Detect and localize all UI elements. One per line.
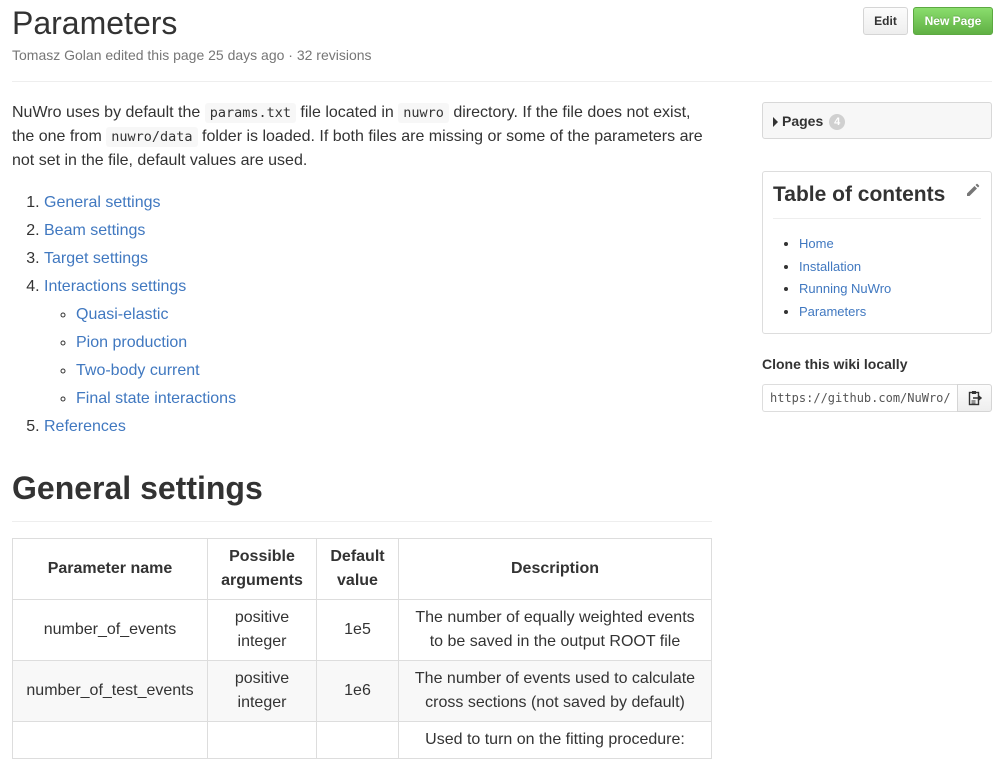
- section-heading-general-settings: General settings: [12, 467, 712, 522]
- edit-button[interactable]: Edit: [863, 7, 908, 35]
- sidebar-toc-item: Parameters: [799, 301, 981, 324]
- pencil-icon[interactable]: [965, 182, 981, 198]
- caret-right-icon: [773, 117, 778, 128]
- sidebar-link-parameters[interactable]: Parameters: [799, 304, 866, 319]
- pages-label: Pages: [782, 113, 824, 129]
- table-row: number_of_test_events positive integer 1…: [12, 660, 712, 722]
- code-params-file: params.txt: [204, 103, 296, 123]
- table-cell: 1e6: [316, 660, 399, 722]
- table-cell: The number of equally weighted events to…: [398, 599, 712, 661]
- clone-url-input[interactable]: [762, 384, 957, 412]
- table-cell: [316, 721, 399, 759]
- column-header-description: Description: [398, 538, 712, 600]
- page-title: Parameters: [12, 5, 178, 41]
- clone-wiki-title: Clone this wiki locally: [762, 356, 908, 372]
- table-cell: The number of events used to calculate c…: [398, 660, 712, 722]
- toc-link-final-state-interactions[interactable]: Final state interactions: [76, 390, 236, 407]
- content-toc: General settings Beam settings Target se…: [12, 189, 712, 441]
- clone-url-group: [762, 384, 992, 412]
- table-cell: number_of_test_events: [12, 660, 208, 722]
- toc-item: Beam settings: [44, 217, 712, 245]
- sidebar-link-running-nuwro[interactable]: Running NuWro: [799, 281, 891, 296]
- table-row: Used to turn on the fitting procedure:: [12, 721, 712, 759]
- sidebar-link-installation[interactable]: Installation: [799, 259, 861, 274]
- clipboard-icon: [968, 391, 982, 406]
- table-row: number_of_events positive integer 1e5 Th…: [12, 599, 712, 661]
- toc-link-general-settings[interactable]: General settings: [44, 194, 161, 211]
- new-page-button[interactable]: New Page: [913, 7, 993, 35]
- sidebar-toc-list: Home Installation Running NuWro Paramete…: [773, 233, 981, 323]
- table-cell: [207, 721, 317, 759]
- pages-count-badge: 4: [829, 114, 846, 131]
- toc-subitem: Final state interactions: [76, 385, 712, 413]
- copy-clone-url-button[interactable]: [957, 384, 992, 412]
- column-header-default-value: Default value: [316, 538, 399, 600]
- sidebar-toc-item: Installation: [799, 256, 981, 279]
- table-cell: positive integer: [207, 599, 317, 661]
- toc-item: References: [44, 413, 712, 441]
- toc-link-interactions-settings[interactable]: Interactions settings: [44, 278, 186, 295]
- pages-toggle[interactable]: Pages 4: [762, 102, 992, 139]
- table-header-row: Parameter name Possible arguments Defaul…: [12, 538, 712, 600]
- table-cell: positive integer: [207, 660, 317, 722]
- code-nuwro-data-dir: nuwro/data: [106, 127, 198, 147]
- column-header-possible-arguments: Possible arguments: [207, 538, 317, 600]
- toc-link-references[interactable]: References: [44, 418, 126, 435]
- toc-subitem: Quasi-elastic: [76, 301, 712, 329]
- toc-item: Interactions settings Quasi-elastic Pion…: [44, 273, 712, 413]
- intro-paragraph: NuWro uses by default the params.txt fil…: [12, 103, 703, 169]
- toc-link-quasi-elastic[interactable]: Quasi-elastic: [76, 306, 168, 323]
- sidebar-toc-title: Table of contents: [773, 180, 981, 219]
- parameters-table: Parameter name Possible arguments Defaul…: [12, 538, 712, 759]
- toc-link-pion-production[interactable]: Pion production: [76, 334, 187, 351]
- sidebar-toc-item: Home: [799, 233, 981, 256]
- toc-sublist: Quasi-elastic Pion production Two-body c…: [44, 301, 712, 413]
- page-header: Parameters Tomasz Golan edited this page…: [12, 0, 993, 82]
- toc-link-two-body-current[interactable]: Two-body current: [76, 362, 200, 379]
- wiki-content: NuWro uses by default the params.txt fil…: [12, 101, 712, 759]
- table-cell: [12, 721, 208, 759]
- sidebar-toc: Table of contents Home Installation Runn…: [762, 171, 992, 334]
- code-nuwro-dir: nuwro: [398, 103, 449, 123]
- toc-item: General settings: [44, 189, 712, 217]
- sidebar-toc-item: Running NuWro: [799, 278, 981, 301]
- toc-link-beam-settings[interactable]: Beam settings: [44, 222, 145, 239]
- table-cell: Used to turn on the fitting procedure:: [398, 721, 712, 759]
- toc-link-target-settings[interactable]: Target settings: [44, 250, 148, 267]
- table-cell: number_of_events: [12, 599, 208, 661]
- sidebar-link-home[interactable]: Home: [799, 236, 834, 251]
- wiki-sidebar: Pages 4 Table of contents Home Installat…: [762, 102, 992, 412]
- toc-item: Target settings: [44, 245, 712, 273]
- page-meta[interactable]: Tomasz Golan edited this page 25 days ag…: [12, 47, 372, 63]
- toc-subitem: Two-body current: [76, 357, 712, 385]
- column-header-parameter-name: Parameter name: [12, 538, 208, 600]
- toc-subitem: Pion production: [76, 329, 712, 357]
- table-cell: 1e5: [316, 599, 399, 661]
